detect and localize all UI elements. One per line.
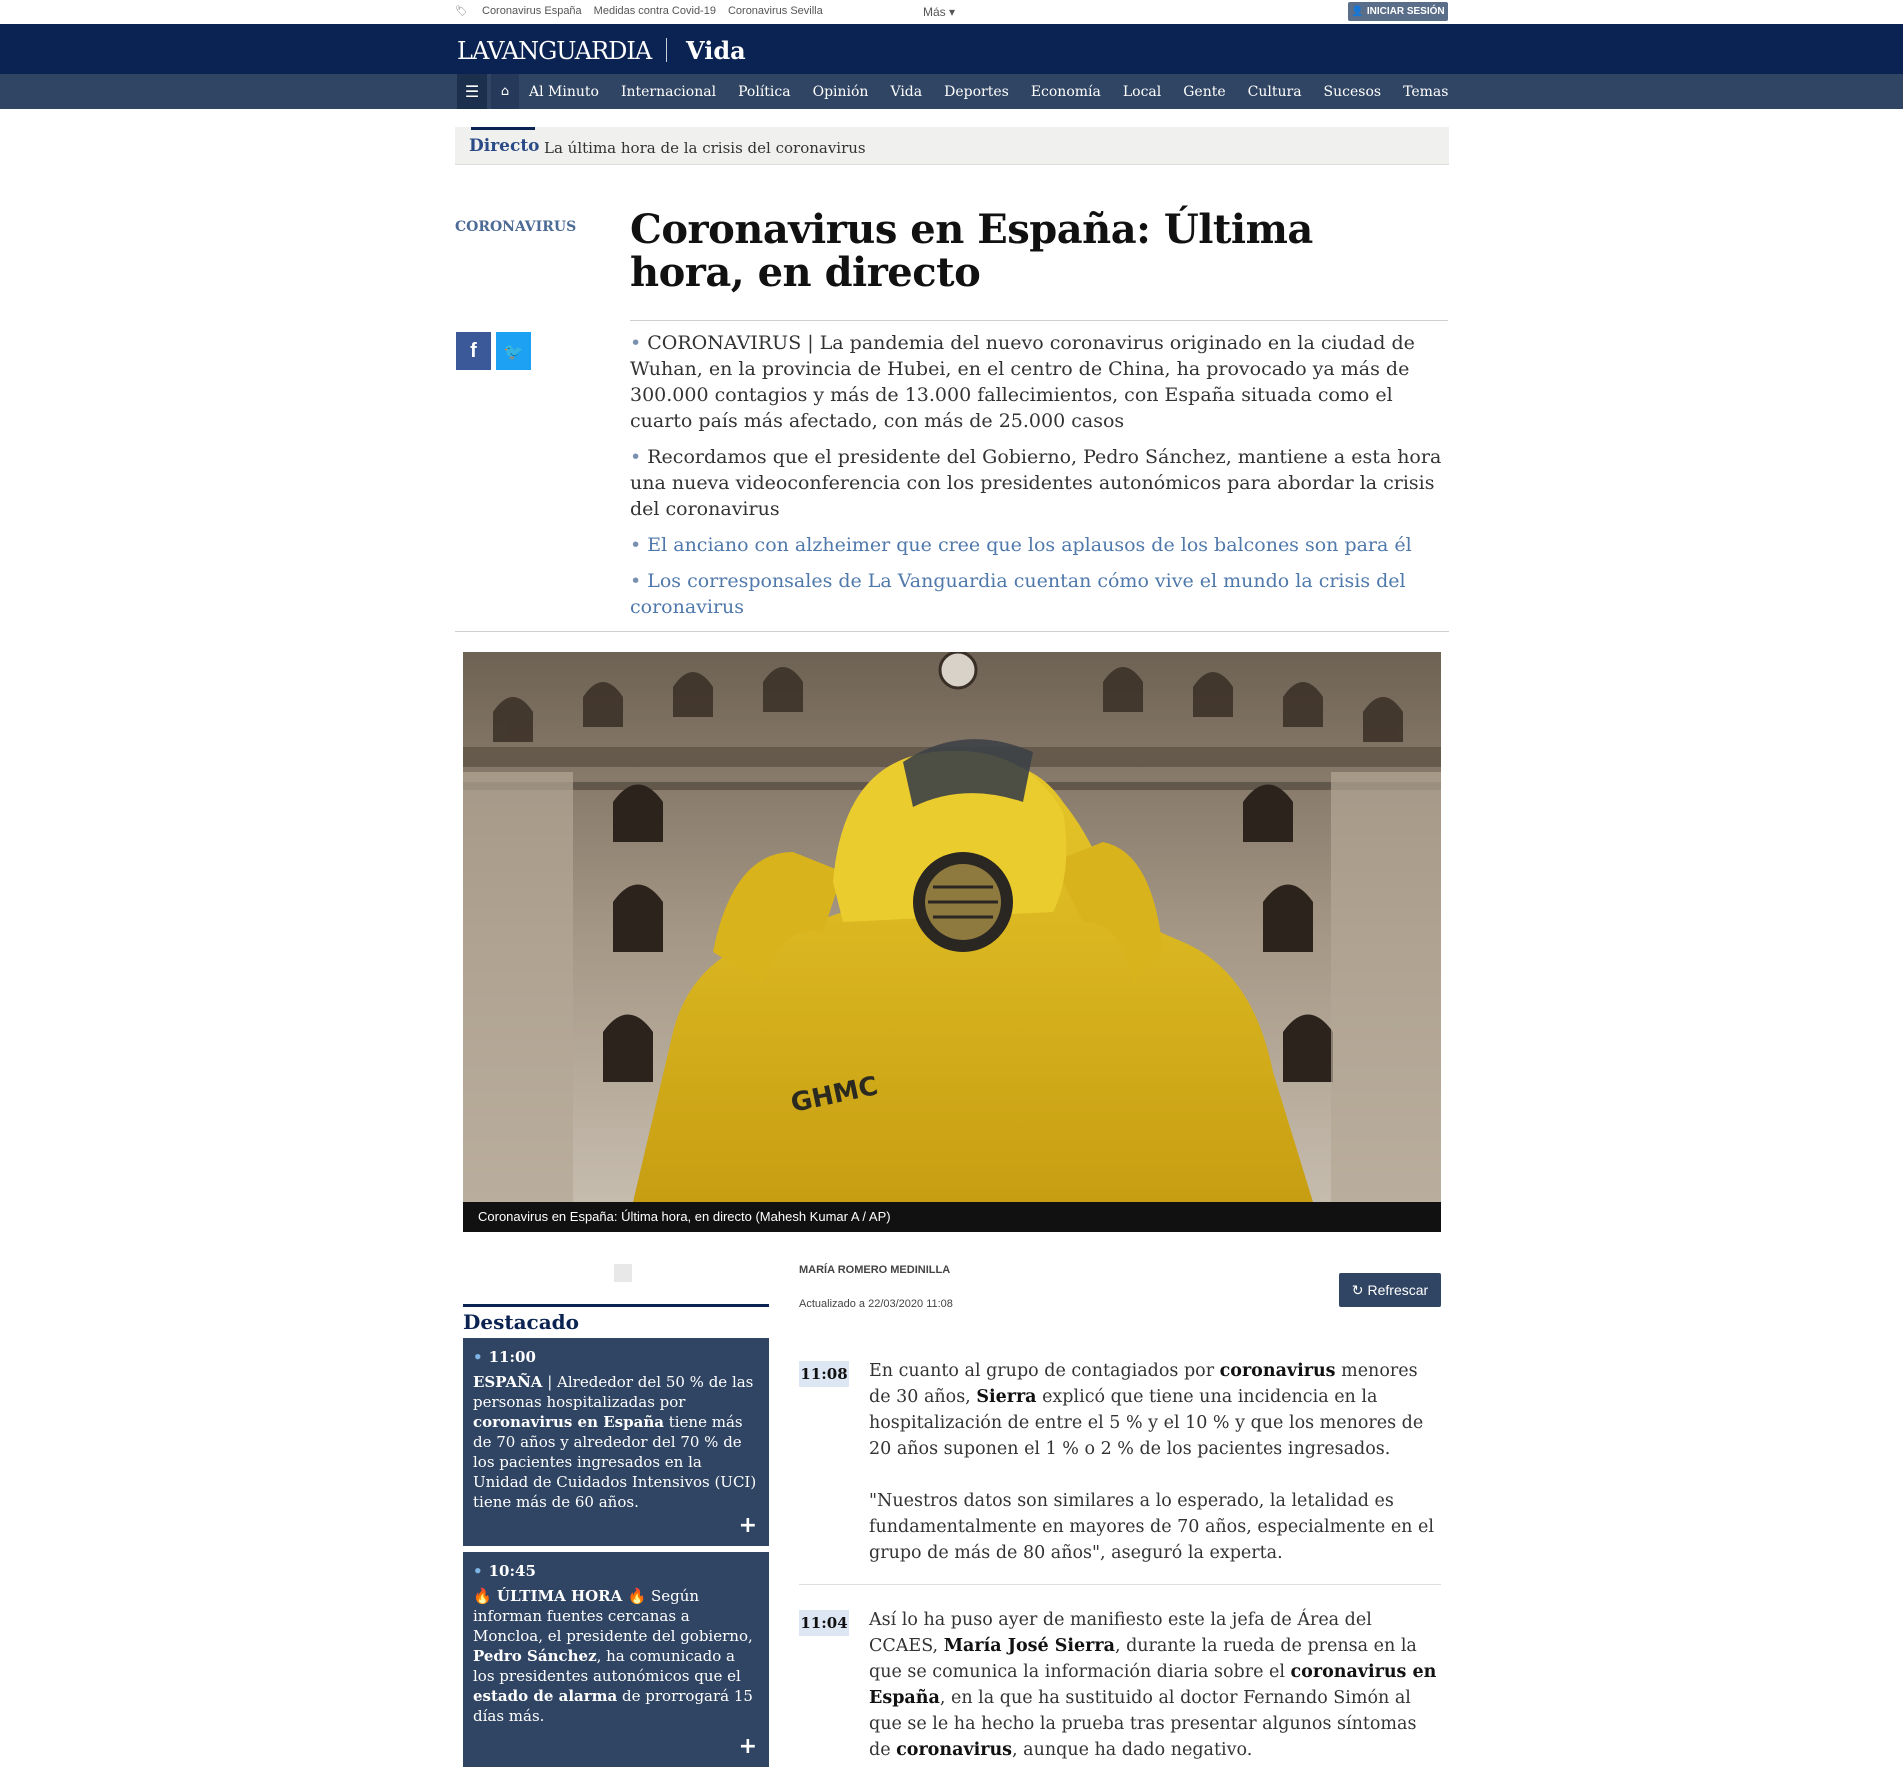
hamburger-menu-icon[interactable]: ☰ <box>457 74 487 109</box>
related-link-text-1[interactable]: El anciano con alzheimer que cree que lo… <box>647 534 1411 556</box>
article-summary: • CORONAVIRUS | La pandemia del nuevo co… <box>630 330 1448 630</box>
trending-link-1[interactable]: Coronavirus España <box>482 5 582 17</box>
entry-time: 11:04 <box>799 1610 849 1636</box>
trending-link-2[interactable]: Medidas contra Covid-19 <box>594 5 716 17</box>
article-kicker[interactable]: CORONAVIRUS <box>455 219 576 235</box>
updated-timestamp: Actualizado a 22/03/2020 11:08 <box>799 1298 953 1310</box>
page-title: Coronavirus en España: Última hora, en d… <box>630 206 1313 296</box>
live-banner-text[interactable]: La última hora de la crisis del coronavi… <box>544 139 866 157</box>
entry-text: Así lo ha puso ayer de manifiesto este l… <box>869 1610 1437 1760</box>
nav-item-gente[interactable]: Gente <box>1183 84 1225 100</box>
expand-icon[interactable]: + <box>739 1734 757 1759</box>
live-entry: 11:08 En cuanto al grupo de contagiados … <box>799 1358 1441 1578</box>
login-button[interactable]: 👤 INICIAR SESIÓN <box>1348 2 1448 21</box>
ad-placeholder <box>614 1264 632 1282</box>
nav-item-opinion[interactable]: Opinión <box>813 84 869 100</box>
nav-item-sucesos[interactable]: Sucesos <box>1324 84 1382 100</box>
nav-item-economia[interactable]: Economía <box>1031 84 1101 100</box>
more-dropdown[interactable]: Más ▾ <box>923 5 955 19</box>
photo-illustration: GHMC <box>463 652 1441 1202</box>
main-nav: ☰ ⌂ Al Minuto Internacional Política Opi… <box>0 74 1903 109</box>
summary-text-1: CORONAVIRUS | La pandemia del nuevo coro… <box>630 332 1415 432</box>
entry-time: 11:08 <box>799 1361 849 1387</box>
site-header: LAVANGUARDIA Vida <box>0 24 1903 74</box>
home-icon[interactable]: ⌂ <box>491 74 519 109</box>
refresh-button[interactable]: ↻ Refrescar <box>1339 1273 1441 1307</box>
featured-time: • 10:45 <box>473 1562 536 1580</box>
expand-icon[interactable]: + <box>739 1513 757 1538</box>
logo-divider <box>666 38 667 62</box>
nav-item-temas[interactable]: Temas <box>1403 84 1448 100</box>
nav-item-cultura[interactable]: Cultura <box>1248 84 1302 100</box>
related-link-text-2[interactable]: Los corresponsales de La Vanguardia cuen… <box>630 570 1406 618</box>
tag-icon: 🏷 <box>455 6 468 17</box>
nav-item-local[interactable]: Local <box>1123 84 1161 100</box>
site-logo[interactable]: LAVANGUARDIA <box>457 37 652 65</box>
refresh-icon: ↻ <box>1351 1281 1364 1298</box>
divider <box>463 1304 769 1307</box>
featured-heading: Destacado <box>463 1310 579 1334</box>
facebook-share-button[interactable]: f <box>456 332 491 370</box>
nav-items: Al Minuto Internacional Política Opinión… <box>529 74 1448 109</box>
live-banner[interactable]: Directo La última hora de la crisis del … <box>455 127 1449 165</box>
nav-item-deportes[interactable]: Deportes <box>944 84 1009 100</box>
summary-bullet: • CORONAVIRUS | La pandemia del nuevo co… <box>630 332 1415 432</box>
user-icon: 👤 <box>1351 6 1364 17</box>
author-name[interactable]: MARÍA ROMERO MEDINILLA <box>799 1264 950 1276</box>
section-title[interactable]: Vida <box>686 36 746 65</box>
top-utility-bar: 🏷 Coronavirus España Medidas contra Covi… <box>0 0 1903 24</box>
summary-text-2: Recordamos que el presidente del Gobiern… <box>630 446 1442 520</box>
live-entry: 11:04 Así lo ha puso ayer de manifiesto … <box>799 1607 1441 1767</box>
nav-item-al-minuto[interactable]: Al Minuto <box>529 84 599 100</box>
nav-item-politica[interactable]: Política <box>738 84 791 100</box>
facebook-icon: f <box>470 339 477 362</box>
twitter-icon: 🐦 <box>503 341 524 361</box>
live-label: Directo <box>469 136 540 156</box>
summary-bullet: • Recordamos que el presidente del Gobie… <box>630 446 1442 520</box>
related-link-1[interactable]: • El anciano con alzheimer que cree que … <box>630 532 1448 558</box>
photo-caption: Coronavirus en España: Última hora, en d… <box>463 1202 1441 1232</box>
main-photo: GHMC <box>463 652 1441 1202</box>
live-tab-indicator <box>471 127 535 130</box>
related-link-2[interactable]: • Los corresponsales de La Vanguardia cu… <box>630 568 1448 620</box>
featured-body: ESPAÑA | Alrededor del 50 % de las perso… <box>473 1373 757 1511</box>
divider <box>630 320 1448 321</box>
entry-text: En cuanto al grupo de contagiados por co… <box>869 1361 1434 1563</box>
refresh-label: Refrescar <box>1367 1282 1429 1298</box>
login-label: INICIAR SESIÓN <box>1366 6 1445 17</box>
nav-item-internacional[interactable]: Internacional <box>621 84 716 100</box>
nav-item-vida[interactable]: Vida <box>890 84 922 100</box>
featured-body: 🔥 ÚLTIMA HORA 🔥 Según informan fuentes c… <box>473 1587 753 1725</box>
featured-card[interactable]: • 11:00 ESPAÑA | Alrededor del 50 % de la… <box>463 1338 769 1546</box>
twitter-share-button[interactable]: 🐦 <box>496 332 531 370</box>
divider <box>799 1584 1441 1585</box>
featured-card[interactable]: • 10:45 🔥 ÚLTIMA HORA 🔥 Según informan fu… <box>463 1552 769 1767</box>
divider <box>455 631 1449 632</box>
trending-link-3[interactable]: Coronavirus Sevilla <box>728 5 823 17</box>
trending-links: Coronavirus España Medidas contra Covid-… <box>482 5 823 17</box>
featured-time: • 11:00 <box>473 1348 536 1366</box>
